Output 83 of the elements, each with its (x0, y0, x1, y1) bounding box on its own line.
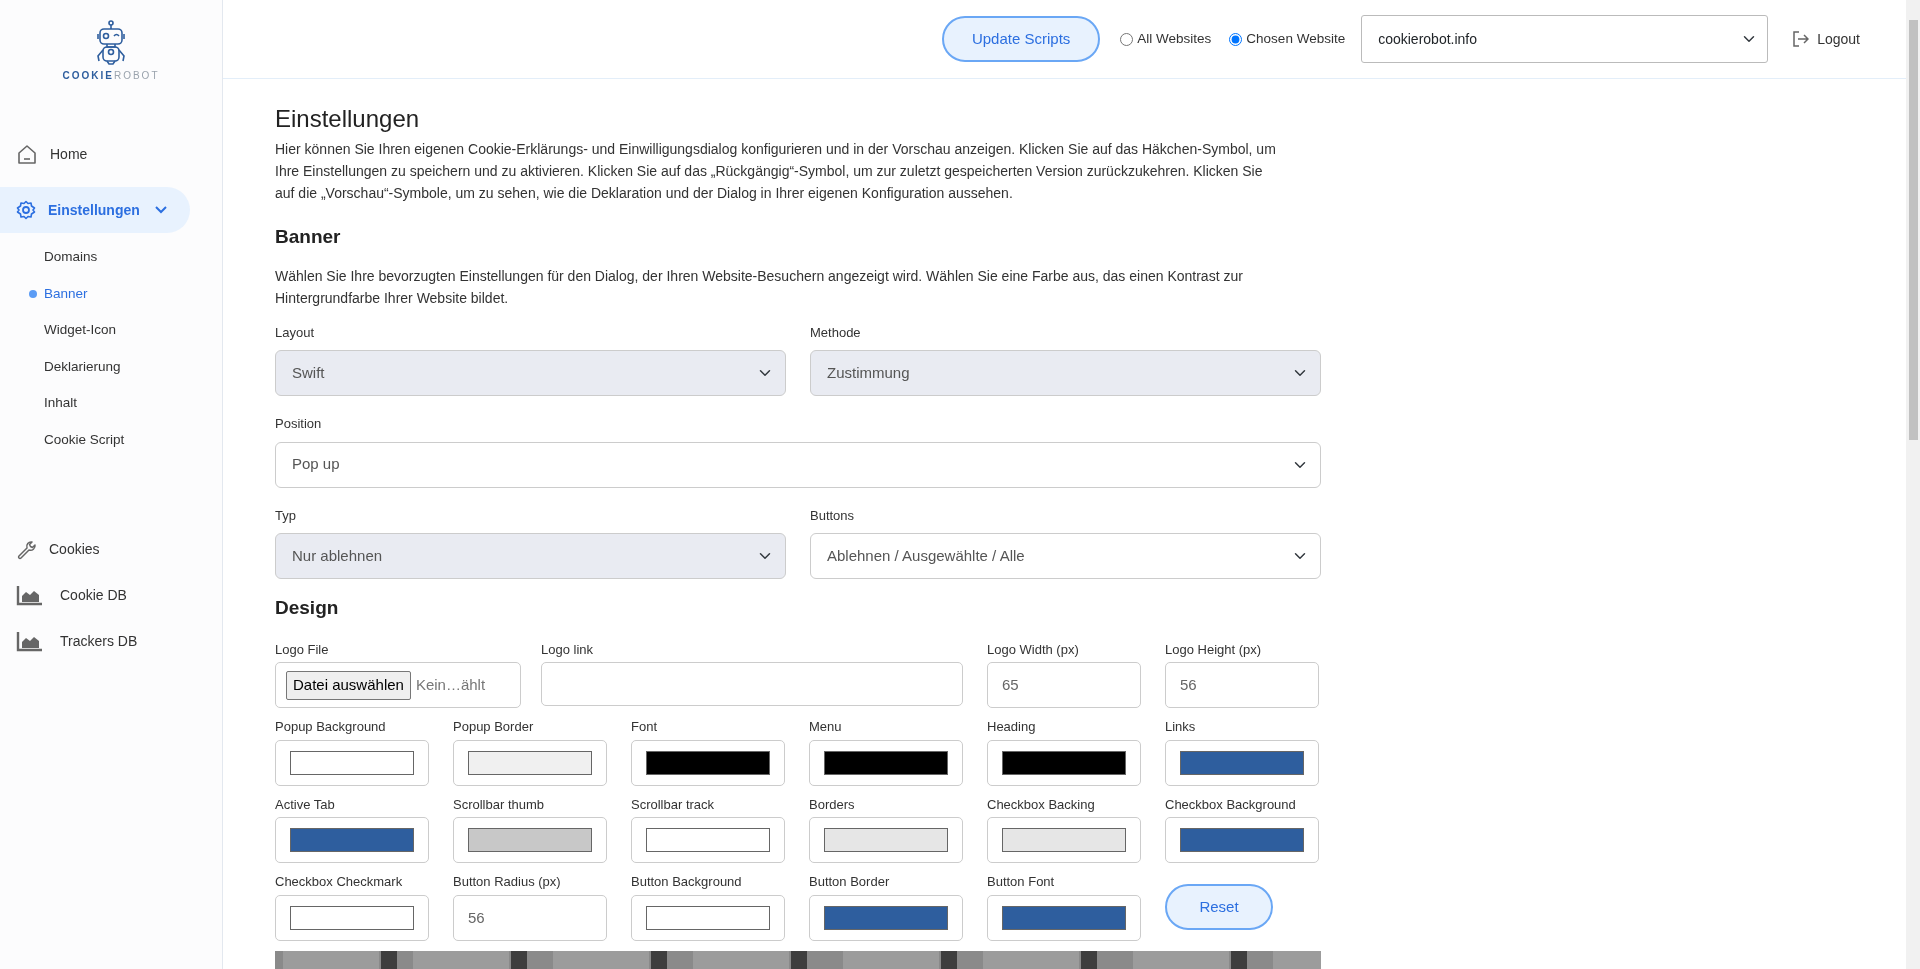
field-label: Checkbox Checkmark (275, 873, 404, 892)
field-label: Checkbox Background (1165, 795, 1297, 814)
field-label: Logo link (541, 640, 595, 659)
field-label: Heading (987, 718, 1037, 737)
section-heading: Design (275, 597, 340, 620)
field-label: Buttons (810, 506, 856, 525)
color-picker[interactable] (646, 750, 770, 775)
color-picker[interactable] (824, 905, 948, 930)
color-picker[interactable] (1002, 828, 1126, 853)
wrench-icon (16, 538, 37, 560)
logo-text: COOKIEROBOT (62, 69, 160, 83)
section-heading: Banner (275, 225, 342, 249)
sidebar-item[interactable]: Trackers DB (0, 618, 222, 664)
dropdown-field[interactable]: Pop up (275, 441, 1321, 488)
field-label: Scrollbar track (631, 795, 716, 814)
color-picker[interactable] (824, 828, 948, 853)
area-chart-icon (16, 584, 44, 606)
number-field[interactable]: 65 (987, 662, 1141, 709)
radio-button[interactable] (1120, 32, 1134, 46)
submenu-item[interactable]: Banner (0, 275, 222, 312)
color-picker[interactable] (290, 750, 414, 775)
home-icon (16, 143, 38, 165)
submenu-item[interactable]: Deklarierung (0, 348, 222, 385)
active-dot (29, 289, 37, 298)
chevron-icon (154, 204, 168, 216)
file-input[interactable]: Datei auswählen Kein…ählt (275, 662, 521, 709)
field-label: Button Radius (px) (453, 873, 562, 892)
field-label: Popup Background (275, 718, 387, 737)
logout-icon (1792, 30, 1810, 48)
radio-label[interactable]: All Websites (1137, 28, 1212, 50)
field-label: Position (275, 415, 323, 434)
field-label: Menu (809, 718, 843, 737)
field-label: Borders (809, 795, 856, 814)
scrollbar-thumb[interactable] (1908, 20, 1918, 440)
field-label: Active Tab (275, 795, 336, 814)
website-select[interactable]: cookierobot.info (1361, 15, 1769, 63)
field-label: Popup Border (453, 718, 535, 737)
sidebar-item[interactable]: Einstellungen (0, 187, 190, 233)
logout-link[interactable]: Logout (1792, 28, 1860, 50)
submenu-item[interactable]: Cookie Script (0, 421, 222, 458)
number-field[interactable]: 56 (1165, 662, 1319, 709)
field-label: Logo Height (px) (1165, 640, 1263, 659)
color-picker[interactable] (1002, 750, 1126, 775)
sidebar-item[interactable]: Cookies (0, 526, 222, 572)
field-label: Logo File (275, 640, 330, 659)
color-picker[interactable] (1002, 905, 1126, 930)
field-label: Methode (810, 323, 862, 342)
intro-text: Hier können Sie Ihren eigenen Cookie-Erklärungs- und Einwilligungsdialog konfigurieren und in der Vorschau anzeigen. Klicken Sie auf das Häkchen-Symbol, um Ihre Einstellungen zu speichern und zu aktivieren. Klicken Sie auf das „Rückgängig“-Symbol, um zur zuletzt gespeicherten Version zurückzukehren. Klicken Sie auf die „Vorschau“-Symbole, um zu sehen, wie die Deklaration und der Dialog in Ihrer eigenen Konfiguration aussehen. (275, 139, 1277, 203)
field-label: Button Font (987, 873, 1056, 892)
section-description: Wählen Sie Ihre bevorzugten Einstellungen für den Dialog, der Ihren Website-Besuchern angezeigt wird. Wählen Sie eine Farbe aus, das einen Kontrast zur Hintergrundfarbe Ihrer Website bildet. (275, 266, 1244, 308)
dropdown-field[interactable]: Ablehnen / Ausgewählte / Alle (810, 533, 1321, 580)
submenu-item[interactable]: Widget-Icon (0, 312, 222, 349)
color-picker[interactable] (468, 828, 592, 853)
field-label: Font (631, 718, 658, 737)
color-picker[interactable] (290, 828, 414, 853)
sidebar-item[interactable]: Cookie DB (0, 572, 222, 618)
radio-label[interactable]: Chosen Website (1246, 28, 1346, 50)
field-label: Checkbox Backing (987, 795, 1096, 814)
color-picker[interactable] (646, 905, 770, 930)
color-picker[interactable] (646, 828, 770, 853)
update-scripts-button[interactable]: Update Scripts (941, 16, 1101, 62)
color-picker[interactable] (468, 750, 592, 775)
field-label: Typ (275, 506, 297, 525)
page-title: Einstellungen (275, 105, 421, 134)
field-label: Button Background (631, 873, 743, 892)
field-label: Links (1165, 718, 1197, 737)
color-picker[interactable] (290, 905, 414, 930)
color-picker[interactable] (824, 750, 948, 775)
submenu-item[interactable]: Domains (0, 239, 222, 276)
area-chart-icon (16, 630, 44, 652)
reset-button[interactable]: Reset (1165, 884, 1273, 931)
color-picker[interactable] (1180, 828, 1304, 853)
submenu-item[interactable]: Inhalt (0, 385, 222, 422)
input-field[interactable] (541, 662, 963, 707)
field-label: Button Border (809, 873, 891, 892)
color-picker[interactable] (1180, 750, 1304, 775)
radio-button[interactable] (1229, 32, 1243, 46)
gear-icon (16, 200, 36, 220)
sidebar-item[interactable]: Home (0, 131, 222, 177)
field-label: Logo Width (px) (987, 640, 1080, 659)
field-label: Scrollbar thumb (453, 795, 546, 814)
field-label: Layout (275, 323, 316, 342)
number-field[interactable]: 56 (453, 894, 607, 941)
